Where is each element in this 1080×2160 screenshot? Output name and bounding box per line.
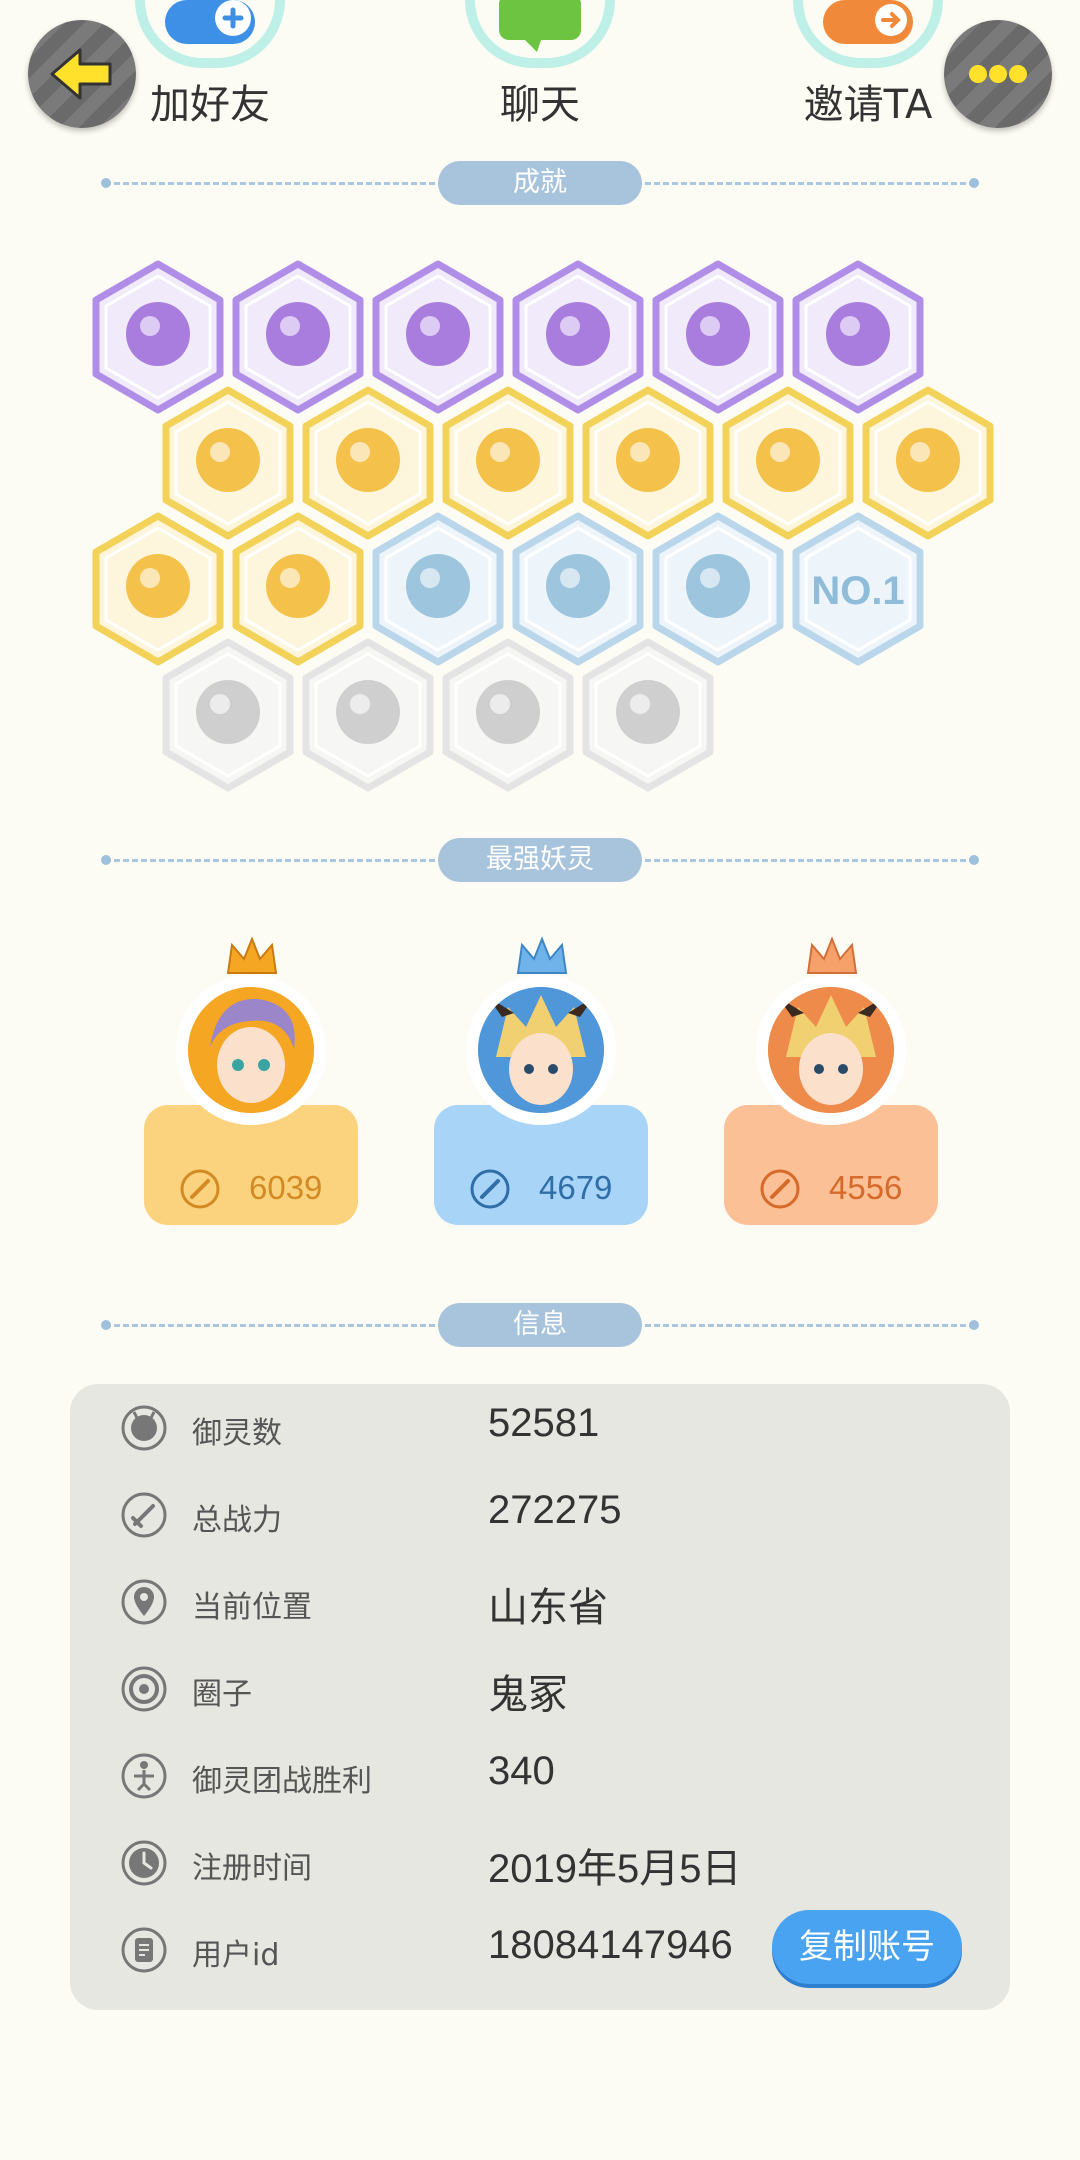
spirit-power: 4556 [829,1169,903,1206]
info-row-register-date: 注册时间 2019年5月5日 [70,1819,1010,1906]
spirit-avatar [756,975,906,1125]
invite-button[interactable]: 邀请TA [768,0,968,130]
info-row-circle: 圈子 鬼冢 [70,1645,1010,1732]
info-label: 圈子 [192,1677,252,1712]
spirit-count-icon [121,1405,167,1451]
spirit-power: 4679 [539,1169,613,1206]
info-value: 340 [488,1749,555,1793]
circle-icon [121,1666,167,1712]
info-header: 信息 [101,1303,979,1347]
info-label: 用户id [192,1938,280,1973]
info-label: 总战力 [192,1503,282,1538]
info-label: 御灵数 [192,1416,282,1451]
id-icon [121,1927,167,1973]
info-label: 当前位置 [192,1590,312,1625]
info-row-spirit-count: 御灵数 52581 [70,1384,1010,1471]
info-value: 52581 [488,1401,600,1445]
more-button[interactable] [944,20,1052,128]
add-friend-label: 加好友 [150,82,270,128]
location-icon [121,1579,167,1625]
info-panel: 御灵数 52581 总战力 272275 当前位置 山东省 圈子 鬼冢 御灵团战… [70,1384,1010,2010]
info-title: 信息 [438,1303,642,1347]
list-icon [582,638,714,792]
more-dots-icon [969,65,1027,83]
achievement-badge[interactable] [160,638,296,792]
info-value: 18084147946 [488,1923,733,1967]
power-icon [760,1169,800,1209]
copy-account-button[interactable]: 复制账号 [772,1910,962,1984]
no1-icon: NO.1 [792,512,924,666]
info-value: 2019年5月5日 [488,1847,742,1891]
top-spirit-card[interactable]: 4556 [724,935,938,1225]
top-spirit-card[interactable]: 4679 [434,935,648,1225]
chat-button[interactable]: 聊天 [440,0,640,130]
invite-label: 邀请TA [803,82,933,128]
achievements-header: 成就 [101,161,979,205]
achievement-badge[interactable] [580,638,716,792]
chat-label: 聊天 [500,82,580,128]
hearts-icon [442,638,574,792]
invite-icon [793,0,943,68]
team-icon [121,1753,167,1799]
info-value: 山东省 [488,1586,608,1630]
spirit-power: 6039 [249,1169,323,1206]
info-label: 注册时间 [192,1851,312,1886]
power-icon [470,1169,510,1209]
top-spirit-card[interactable]: 6039 [144,935,358,1225]
back-arrow-icon [50,48,112,100]
back-button[interactable] [28,20,136,128]
sword-icon [121,1492,167,1538]
info-value: 272275 [488,1488,622,1532]
crown-icon [806,936,858,974]
info-label: 御灵团战胜利 [192,1764,372,1799]
add-friend-icon [135,0,285,68]
info-row-location: 当前位置 山东省 [70,1558,1010,1645]
achievement-label: NO.1 [811,569,904,613]
add-friend-button[interactable]: 加好友 [110,0,310,130]
achievement-badge[interactable] [440,638,576,792]
info-value: 鬼冢 [488,1673,568,1717]
strongest-header: 最强妖灵 [101,838,979,882]
spirit-avatar [176,975,326,1125]
badge-icon [162,638,294,792]
achievement-badge[interactable]: NO.1 [790,512,926,666]
info-row-user-id: 用户id 18084147946 复制账号 [70,1906,1010,1993]
power-icon [180,1169,220,1209]
chat-icon [465,0,615,68]
achievement-badge[interactable] [300,638,436,792]
achievements-title: 成就 [438,161,642,205]
info-row-total-power: 总战力 272275 [70,1471,1010,1558]
spirit-avatar [466,975,616,1125]
strongest-title: 最强妖灵 [438,838,642,882]
info-row-team-wins: 御灵团战胜利 340 [70,1732,1010,1819]
crown-icon [516,936,568,974]
crown-icon [226,936,278,974]
clock-icon [121,1840,167,1886]
swords-icon [302,638,434,792]
